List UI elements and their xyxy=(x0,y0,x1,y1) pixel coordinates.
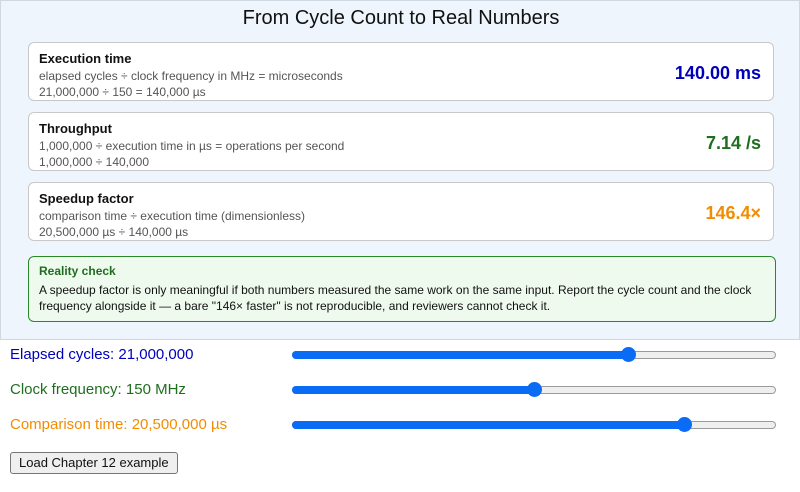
card-formula: comparison time ÷ execution time (dimens… xyxy=(39,209,306,223)
card-name: Throughput xyxy=(39,121,112,136)
slider-fill xyxy=(292,386,534,394)
slider-thumb[interactable] xyxy=(527,382,542,397)
reality-check-title: Reality check xyxy=(39,264,116,278)
card-value: 7.14 /s xyxy=(705,133,761,153)
slider-thumb[interactable] xyxy=(677,417,692,432)
reality-check-body: A speedup factor is only meaningful if b… xyxy=(39,283,752,313)
card-calculation: 21,000,000 ÷ 150 = 140,000 µs xyxy=(39,85,206,99)
comparison-time-slider[interactable] xyxy=(292,417,776,433)
cycles-label: Elapsed cycles: 21,000,000 xyxy=(10,346,194,363)
card-name: Speedup factor xyxy=(39,191,134,206)
cycles-slider[interactable] xyxy=(292,347,776,363)
results-panel: From Cycle Count to Real Numbers Executi… xyxy=(0,0,800,340)
clock-frequency-slider[interactable] xyxy=(292,382,776,398)
slider-thumb[interactable] xyxy=(621,347,636,362)
clock-frequency-label: Clock frequency: 150 MHz xyxy=(10,381,186,398)
card-value: 140.00 ms xyxy=(674,63,761,83)
execution-time-card: Execution time elapsed cycles ÷ clock fr… xyxy=(28,42,774,101)
card-formula: elapsed cycles ÷ clock frequency in MHz … xyxy=(39,69,343,83)
comparison-time-label: Comparison time: 20,500,000 µs xyxy=(10,416,228,433)
card-name: Execution time xyxy=(39,51,132,66)
load-example-button[interactable]: Load Chapter 12 example xyxy=(10,452,178,474)
card-formula: 1,000,000 ÷ execution time in µs = opera… xyxy=(39,139,345,153)
slider-fill xyxy=(292,351,628,359)
speedup-factor-card: Speedup factor comparison time ÷ executi… xyxy=(28,182,774,241)
throughput-card: Throughput 1,000,000 ÷ execution time in… xyxy=(28,112,774,171)
card-calculation: 1,000,000 ÷ 140,000 xyxy=(39,155,150,169)
reality-check-box: Reality check A speedup factor is only m… xyxy=(28,256,776,322)
card-calculation: 20,500,000 µs ÷ 140,000 µs xyxy=(39,225,189,239)
page-title: From Cycle Count to Real Numbers xyxy=(242,7,560,29)
slider-fill xyxy=(292,421,684,429)
card-value: 146.4× xyxy=(705,203,761,223)
